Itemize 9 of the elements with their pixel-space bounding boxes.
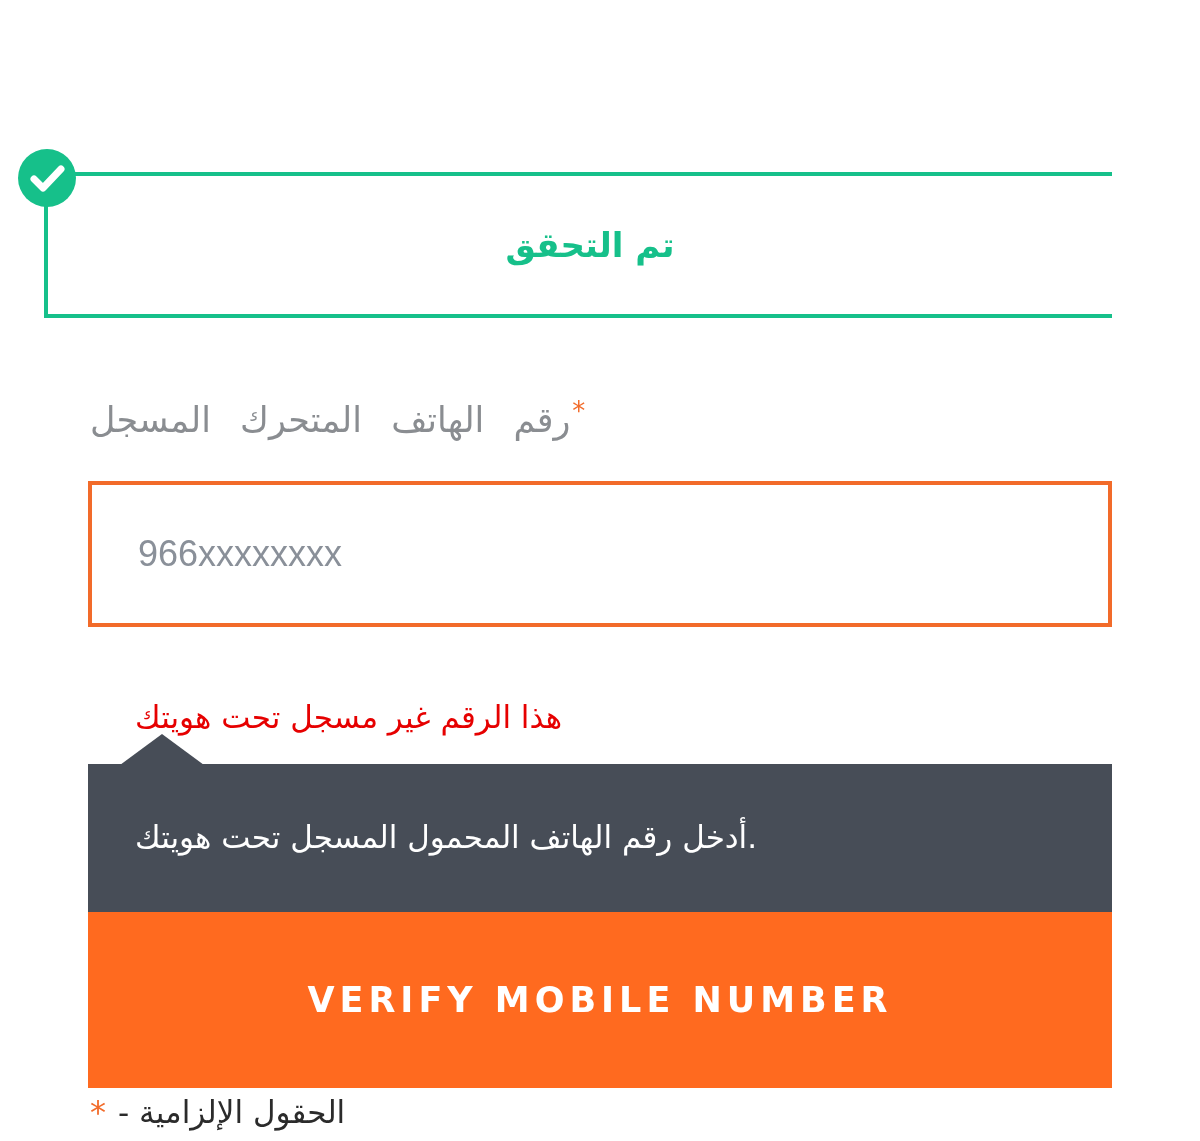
error-message: هذا الرقم غير مسجل تحت هويتك	[135, 699, 563, 735]
required-asterisk: *	[572, 398, 586, 424]
required-fields-note: - الحقول الإلزامية	[118, 1093, 346, 1133]
verify-button[interactable]: VERIFY MOBILE NUMBER	[88, 912, 1112, 1088]
verified-label: تم التحقق	[505, 224, 675, 266]
field-label: رقم الهاتف المتحرك المسجل	[90, 399, 571, 443]
tooltip-text: أدخل رقم الهاتف المحمول المسجل تحت هويتك.	[135, 819, 758, 857]
phone-input[interactable]: 966xxxxxxxx	[88, 481, 1112, 627]
required-asterisk: *	[90, 1096, 106, 1129]
